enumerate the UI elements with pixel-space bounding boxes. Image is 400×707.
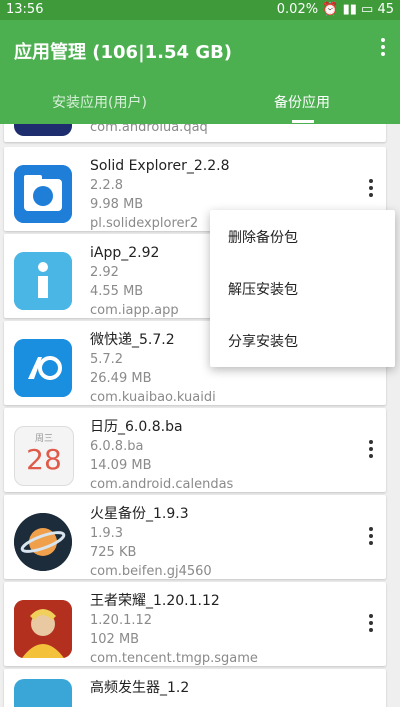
alarm-icon: ⏰: [322, 2, 339, 17]
overflow-menu-icon[interactable]: [378, 38, 388, 60]
battery-icon: ▭: [361, 2, 374, 17]
calendar-day: 28: [26, 443, 62, 476]
app-size: 14.09 MB: [90, 458, 152, 473]
app-bar: 应用管理 (106|1.54 GB) 安装应用(用户) 备份应用: [0, 20, 400, 124]
more-options-icon[interactable]: [368, 179, 374, 199]
app-icon: [14, 600, 72, 658]
app-package: pl.solidexplorer2: [90, 216, 199, 231]
battery-level: 45: [377, 2, 394, 17]
app-info: 微快递_5.7.2 5.7.2 26.49 MB com.kuaibao.kua…: [90, 331, 216, 407]
app-info: 王者荣耀_1.20.1.12 1.20.1.12 102 MB com.tenc…: [90, 592, 258, 668]
app-name: 火星备份_1.9.3: [90, 506, 189, 522]
status-indicators: 0.02% ⏰ ▮▮ ▭ 45: [277, 2, 394, 17]
app-package: com.iapp.app: [90, 303, 179, 318]
app-size: 4.55 MB: [90, 284, 144, 299]
more-options-icon[interactable]: [368, 614, 374, 634]
app-name: 日历_6.0.8.ba: [90, 419, 183, 435]
app-version: 6.0.8.ba: [90, 439, 144, 454]
app-size: 9.98 MB: [90, 197, 144, 212]
app-icon: [14, 513, 72, 571]
app-icon: [14, 339, 72, 397]
app-icon: [14, 252, 72, 310]
app-info: 高频发生器_1.2: [90, 679, 189, 698]
tab-indicator: [292, 120, 314, 123]
app-package: com.kuaibao.kuaidi: [90, 390, 216, 405]
list-item[interactable]: 王者荣耀_1.20.1.12 1.20.1.12 102 MB com.tenc…: [4, 582, 386, 666]
page-title: 应用管理 (106|1.54 GB): [14, 42, 233, 63]
app-info: 火星备份_1.9.3 1.9.3 725 KB com.beifen.gj456…: [90, 505, 212, 581]
app-icon: [14, 124, 72, 136]
chevron-right-icon: ›: [367, 344, 376, 368]
app-version: 5.7.2: [90, 352, 124, 367]
app-info: Solid Explorer_2.2.8 2.2.8 9.98 MB pl.so…: [90, 157, 229, 233]
list-item[interactable]: 周三 28 日历_6.0.8.ba 6.0.8.ba 14.09 MB com.…: [4, 408, 386, 492]
app-version: 1.9.3: [90, 526, 124, 541]
app-info: 日历_6.0.8.ba 6.0.8.ba 14.09 MB com.androi…: [90, 418, 233, 494]
calendar-app-icon: 周三 28: [14, 426, 74, 486]
app-info: iApp_2.92 2.92 4.55 MB com.iapp.app: [90, 244, 179, 320]
app-size: 102 MB: [90, 632, 140, 647]
battery-percent: 0.02%: [276, 2, 319, 17]
extract-package-menu-item[interactable]: 解压安装包: [228, 279, 298, 299]
delete-backup-menu-item[interactable]: 删除备份包: [228, 227, 298, 247]
app-name: iApp_2.92: [90, 245, 160, 261]
app-package: com.androlua.qaq: [90, 124, 208, 135]
tab-bar: 安装应用(用户) 备份应用: [0, 88, 400, 124]
list-item[interactable]: 高频发生器_1.2: [4, 669, 386, 707]
app-size: 725 KB: [90, 545, 137, 560]
app-package: com.tencent.tmgp.sgame: [90, 651, 258, 666]
list-item[interactable]: com.androlua.qaq: [4, 124, 386, 142]
tab-installed-apps[interactable]: 安装应用(用户): [52, 92, 147, 112]
more-options-icon[interactable]: [368, 527, 374, 547]
signal-icon: ▮▮: [342, 2, 357, 17]
app-version: 2.2.8: [90, 178, 124, 193]
share-package-menu-item[interactable]: 分享安装包: [228, 331, 298, 351]
status-bar: 13:56 0.02% ⏰ ▮▮ ▭ 45: [0, 0, 400, 20]
app-size: 26.49 MB: [90, 371, 152, 386]
app-icon: [14, 165, 72, 223]
app-name: 微快递_5.7.2: [90, 332, 175, 348]
app-name: 高频发生器_1.2: [90, 680, 190, 696]
status-time: 13:56: [6, 2, 44, 17]
tab-backup-apps[interactable]: 备份应用: [274, 92, 330, 112]
list-item[interactable]: 火星备份_1.9.3 1.9.3 725 KB com.beifen.gj456…: [4, 495, 386, 579]
app-name: 王者荣耀_1.20.1.12: [90, 593, 220, 609]
more-options-icon[interactable]: [368, 440, 374, 460]
app-name: Solid Explorer_2.2.8: [90, 158, 230, 174]
app-package: com.beifen.gj4560: [90, 564, 212, 579]
app-version: 2.92: [90, 265, 119, 280]
app-icon: [14, 679, 72, 707]
app-package: com.android.calendas: [90, 477, 234, 492]
app-version: 1.20.1.12: [90, 613, 153, 628]
